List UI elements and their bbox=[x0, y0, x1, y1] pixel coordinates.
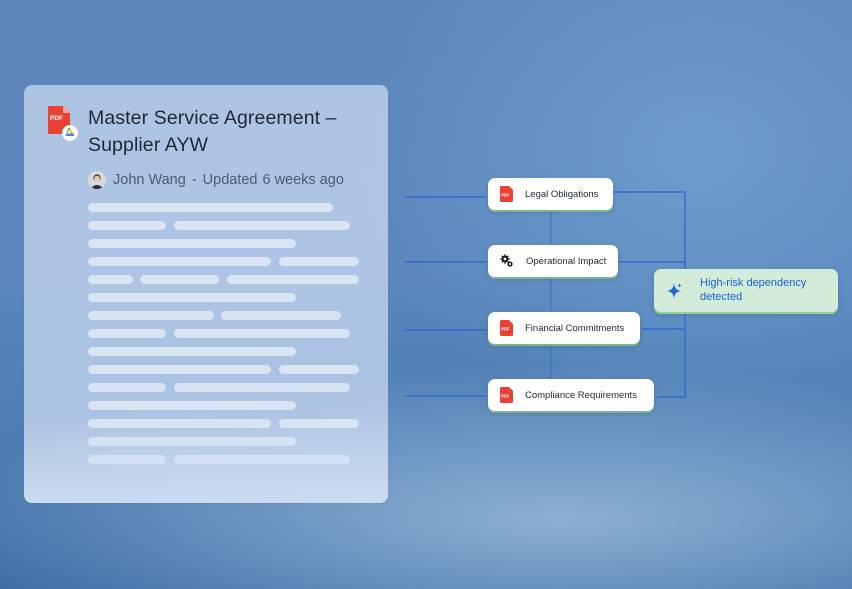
category-label: Compliance Requirements bbox=[525, 389, 637, 401]
svg-text:PDF: PDF bbox=[501, 394, 510, 399]
category-financial-commitments[interactable]: PDF Financial Commitments bbox=[488, 312, 640, 344]
risk-alert-text: High-risk dependency detected bbox=[700, 276, 806, 304]
category-operational-impact[interactable]: Operational Impact bbox=[488, 245, 618, 277]
category-compliance-requirements[interactable]: PDF Compliance Requirements bbox=[488, 379, 654, 411]
updated-label: Updated bbox=[202, 172, 258, 188]
document-title[interactable]: Master Service Agreement – Supplier AYW bbox=[88, 105, 368, 159]
author-row: John Wang - Updated 6 weeks ago bbox=[88, 170, 344, 190]
card-fade bbox=[24, 413, 388, 503]
pdf-icon: PDF bbox=[500, 186, 513, 202]
author-name: John Wang bbox=[113, 172, 186, 188]
category-label: Operational Impact bbox=[526, 255, 607, 267]
svg-text:PDF: PDF bbox=[50, 115, 63, 122]
category-label: Legal Obligations bbox=[525, 188, 599, 200]
risk-alert-line1: High-risk dependency bbox=[700, 277, 807, 289]
updated-time: 6 weeks ago bbox=[262, 172, 344, 188]
pdf-icon: PDF bbox=[500, 320, 513, 336]
svg-text:PDF: PDF bbox=[501, 327, 510, 332]
category-legal-obligations[interactable]: PDF Legal Obligations bbox=[488, 178, 613, 210]
document-card[interactable]: PDF Master Service Agreement – Supplier … bbox=[24, 85, 388, 503]
svg-text:PDF: PDF bbox=[501, 193, 510, 198]
gear-icon bbox=[500, 254, 513, 267]
risk-alert-card[interactable]: High-risk dependency detected bbox=[654, 269, 838, 312]
meta-separator: - bbox=[191, 172, 197, 188]
avatar bbox=[88, 171, 106, 189]
sparkle-icon bbox=[667, 283, 682, 299]
pdf-icon: PDF bbox=[500, 387, 513, 403]
risk-alert-line2: detected bbox=[700, 291, 743, 303]
google-drive-icon bbox=[62, 125, 78, 141]
category-label: Financial Commitments bbox=[525, 322, 625, 334]
